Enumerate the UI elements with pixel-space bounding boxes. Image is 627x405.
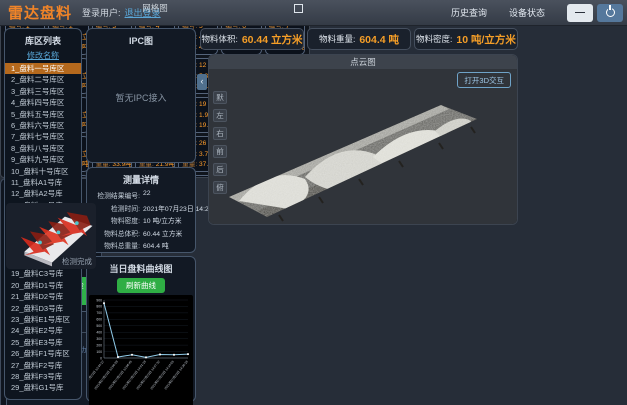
grid-title: 网格图 [142,3,168,13]
ipc-panel: IPC图 暂无IPC接入 [86,28,196,163]
power-button[interactable] [597,4,623,22]
stat-value: 604.4 吨 [359,32,399,47]
measure-label: 检测时间: [90,203,140,213]
storage-area-item[interactable]: 12_盘料A2号库 [5,188,81,199]
storage-area-item[interactable]: 26_盘料F1号库区 [5,348,81,359]
measure-row: 物料总重量: 604.4 吨 [90,240,192,250]
measure-row: 检测时间: 2021年07月23日 14:20:16 [90,203,192,213]
view-direction-button[interactable]: 后 [213,163,227,176]
minimize-button[interactable]: — [567,4,593,22]
cell-id: 12 [199,62,206,69]
view-direction-button[interactable]: 默 [213,91,227,104]
measure-row: 检测结果编号: 22 [90,190,192,200]
svg-text:2021年07月23日 14:07:32: 2021年07月23日 14:07:32 [135,359,161,391]
sidebar-title: 库区列表 [5,29,81,47]
device-status-button[interactable]: 设备状态 [509,6,545,19]
svg-text:2021年07月23日 14:14:05: 2021年07月23日 14:14:05 [149,359,175,391]
svg-text:2021年07月23日 14:01:18: 2021年07月23日 14:01:18 [121,359,147,391]
ipc-title: IPC图 [87,29,195,47]
measure-value: 60.44 立方米 [143,228,182,238]
measure-label: 物料密度: [90,215,140,225]
storage-area-item[interactable]: 7_盘料七号库区 [5,131,81,142]
point-cloud-render [209,69,517,225]
svg-text:800: 800 [96,305,102,309]
storage-area-item[interactable]: 21_盘料D2号库 [5,291,81,302]
storage-area-item[interactable]: 19_盘料C3号库 [5,268,81,279]
svg-text:2021年07月23日 13:56:45: 2021年07月23日 13:56:45 [107,359,133,391]
stat-label: 物料密度: [416,33,452,45]
detect-status-text: 检测完成 [62,256,92,267]
svg-text:500: 500 [96,324,102,328]
svg-text:200: 200 [96,343,102,347]
ipc-empty-text: 暂无IPC接入 [87,91,195,104]
measure-row: 物料总体积: 60.44 立方米 [90,228,192,238]
daily-curve-panel: 当日盘料曲线图 刷新曲线 010020030040050060070080090… [86,256,196,402]
measure-value: 604.4 吨 [143,240,169,250]
measure-row: 物料密度: 10 吨/立方米 [90,215,192,225]
storage-area-item[interactable]: 20_盘料D1号库 [5,280,81,291]
storage-area-item[interactable]: 5_盘料五号库区 [5,109,81,120]
storage-area-item[interactable]: 25_盘料E3号库 [5,337,81,348]
collapse-panel-arrow[interactable]: ‹ [197,74,207,90]
view-button-column: 默左右前后俯 [213,91,227,194]
point-cloud-panel: 点云图 [208,54,518,225]
storage-area-item[interactable]: 9_盘料九号库区 [5,154,81,165]
view-direction-button[interactable]: 前 [213,145,227,158]
fullscreen-icon[interactable] [294,4,303,13]
storage-area-item[interactable]: 23_盘料E1号库区 [5,314,81,325]
measure-title: 测量详情 [87,168,195,186]
point-cloud-title: 点云图 [209,55,517,69]
stat-value: 60.44 立方米 [242,32,303,47]
curve-title: 当日盘料曲线图 [87,257,195,275]
stat-panel: 物料密度: 10 吨/立方米 [414,28,518,50]
cell-id: 26 [199,140,206,147]
daily-curve-chart: 01002003004005006007008009002021年07月23日 … [89,295,193,405]
material-stats-bar: 物料体积: 60.44 立方米 物料重量: 604.4 吨 物料密度: 10 吨… [200,28,518,50]
svg-text:300: 300 [96,337,102,341]
cell-id: 19 [199,101,206,108]
storage-area-item[interactable]: 22_盘料D3号库 [5,303,81,314]
storage-area-item[interactable]: 2_盘料二号库区 [5,74,81,85]
measure-label: 物料总重量: [90,240,140,250]
measure-label: 检测结果编号: [90,190,140,200]
storage-area-item[interactable]: 10_盘料十号库区 [5,166,81,177]
stat-value: 10 吨/立方米 [456,32,516,47]
measure-value: 22 [143,190,151,200]
svg-text:600: 600 [96,318,102,322]
stat-label: 物料重量: [319,33,355,45]
storage-area-item[interactable]: 3_盘料三号库区 [5,86,81,97]
measure-value: 10 吨/立方米 [143,215,182,225]
storage-area-item[interactable]: 6_盘料六号库区 [5,120,81,131]
view-direction-button[interactable]: 左 [213,109,227,122]
view-direction-button[interactable]: 俯 [213,181,227,194]
storage-area-item[interactable]: 24_盘料E2号库 [5,325,81,336]
power-icon [606,8,615,17]
storage-area-item[interactable]: 28_盘料F3号库 [5,371,81,382]
storage-area-item[interactable]: 29_盘料G1号库 [5,382,81,393]
measure-label: 物料总体积: [90,228,140,238]
measure-detail-panel: 测量详情 检测结果编号: 22 检测时间: 2021年07月23日 14:20:… [86,167,196,253]
stat-panel: 物料重量: 604.4 吨 [307,28,411,50]
svg-text:2021年07月23日 13:50:28: 2021年07月23日 13:50:28 [93,359,119,391]
storage-area-item[interactable]: 4_盘料四号库区 [5,97,81,108]
rename-link[interactable]: 修改名称 [5,50,81,61]
storage-area-item[interactable]: 27_盘料F2号库 [5,360,81,371]
refresh-curve-button[interactable]: 刷新曲线 [117,278,165,293]
open-3d-button[interactable]: 打开3D交互 [457,72,511,88]
svg-text:900: 900 [96,298,102,302]
warehouse-radar-image: 检测完成 [6,203,96,269]
svg-text:100: 100 [96,350,102,354]
minimize-icon: — [575,7,585,18]
point-cloud-canvas[interactable]: 默左右前后俯 [209,69,517,224]
svg-text:700: 700 [96,311,102,315]
history-query-button[interactable]: 历史查询 [451,6,487,19]
stat-label: 物料体积: [201,33,237,45]
svg-text:400: 400 [96,331,102,335]
stat-panel: 物料体积: 60.44 立方米 [200,28,304,50]
storage-area-item[interactable]: 8_盘料八号库区 [5,143,81,154]
storage-area-item[interactable]: 1_盘料一号库区 [5,63,81,74]
storage-area-item[interactable]: 11_盘料A1号库 [5,177,81,188]
view-direction-button[interactable]: 右 [213,127,227,140]
svg-text:2021年07月23日 14:20:16: 2021年07月23日 14:20:16 [163,359,189,391]
